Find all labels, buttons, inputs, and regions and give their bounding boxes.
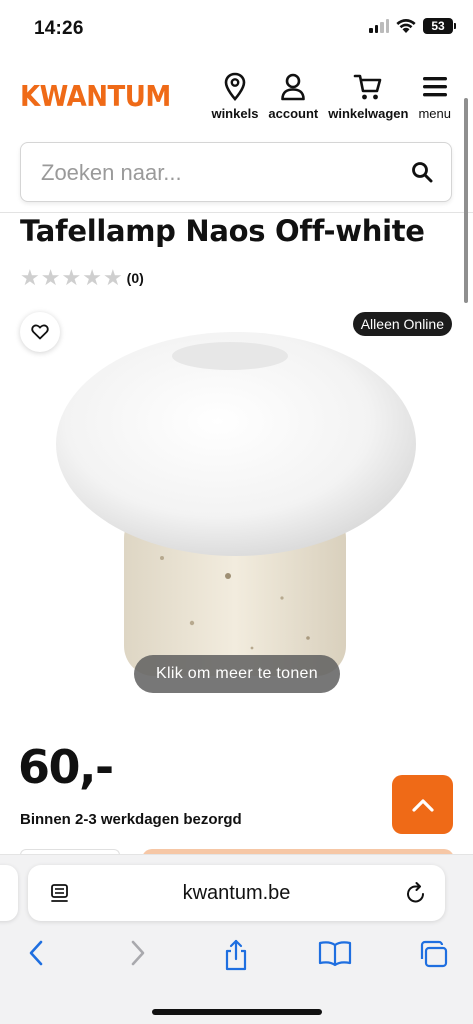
account-icon xyxy=(281,73,306,101)
nav-account[interactable]: account xyxy=(268,72,318,121)
cart-icon xyxy=(354,74,382,100)
nav-winkels[interactable]: winkels xyxy=(211,72,258,121)
bookmarks-icon[interactable] xyxy=(318,939,352,967)
browser-bottom-bar: kwantum.be xyxy=(0,854,473,1024)
star-icon: ★ xyxy=(40,265,61,290)
star-icon: ★ xyxy=(61,265,82,290)
search-bar xyxy=(20,142,452,202)
product-title: Tafellamp Naos Off-white xyxy=(20,214,425,248)
status-time: 14:26 xyxy=(34,18,84,39)
wifi-icon xyxy=(396,19,416,33)
cellular-signal-icon xyxy=(369,19,389,33)
nav-label: account xyxy=(268,106,319,121)
share-icon[interactable] xyxy=(222,939,250,971)
nav-winkelwagen[interactable]: winkelwagen xyxy=(328,72,408,121)
show-more-hint[interactable]: Klik om meer te tonen xyxy=(134,655,340,693)
status-bar: 14:26 53 xyxy=(0,0,473,56)
header-nav: winkels account winkelwagen menu xyxy=(211,72,451,121)
search-icon[interactable] xyxy=(411,161,433,183)
menu-icon xyxy=(422,77,447,97)
nav-menu[interactable]: menu xyxy=(418,72,451,121)
nav-label: menu xyxy=(418,106,451,121)
rating-count: (0) xyxy=(126,270,144,286)
chevron-up-icon xyxy=(411,798,434,812)
heart-icon xyxy=(31,324,49,340)
search-input[interactable] xyxy=(41,157,401,189)
product-image-gallery[interactable]: Alleen Online Klik om meer te tonen xyxy=(0,310,473,710)
product-photo-lamp xyxy=(56,332,416,676)
location-pin-icon xyxy=(224,72,246,101)
reload-icon[interactable] xyxy=(405,881,427,905)
star-icon: ★ xyxy=(20,265,40,290)
product-rating[interactable]: ★ ★ ★ ★ ★ (0) xyxy=(20,267,144,289)
nav-label: winkelwagen xyxy=(328,106,409,121)
scrollbar[interactable] xyxy=(464,98,468,303)
forward-icon[interactable] xyxy=(128,939,148,967)
battery-icon: 53 xyxy=(423,18,456,34)
product-price: 60,- xyxy=(18,740,114,794)
star-icon: ★ xyxy=(82,265,102,290)
home-indicator xyxy=(152,1009,322,1015)
kwantum-logo[interactable]: KWANTUM xyxy=(20,81,171,114)
browser-toolbar xyxy=(0,933,473,977)
url-text: kwantum.be xyxy=(182,882,291,904)
previous-tab-preview[interactable] xyxy=(0,865,18,921)
address-bar[interactable]: kwantum.be xyxy=(28,865,445,921)
back-icon[interactable] xyxy=(26,939,46,967)
scroll-to-top-button[interactable] xyxy=(392,775,453,834)
status-icons: 53 xyxy=(369,18,456,34)
site-header: KWANTUM winkels account winkelwagen menu xyxy=(0,66,473,126)
nav-label: winkels xyxy=(211,106,259,121)
delivery-info: Binnen 2-3 werkdagen bezorgd xyxy=(20,811,242,828)
tabs-icon[interactable] xyxy=(418,939,450,969)
header-divider xyxy=(0,212,473,213)
star-icon: ★ xyxy=(102,265,123,290)
